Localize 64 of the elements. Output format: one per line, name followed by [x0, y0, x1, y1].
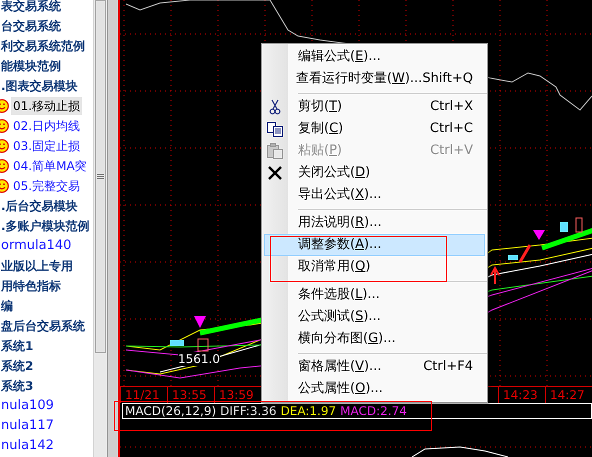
price-label: 1561.0 — [178, 352, 220, 366]
tree-item[interactable]: 系统2 — [1, 356, 93, 376]
indicator-value: MACD:2.74 — [340, 403, 407, 420]
sell-arrow-icon — [533, 230, 545, 240]
tree-item[interactable]: nula109 — [1, 396, 93, 416]
tree-item[interactable]: 01.移动止损 — [11, 97, 82, 115]
menu-item[interactable]: 查看运行时变量(W)...Shift+Q — [262, 68, 485, 90]
menu-item[interactable]: 条件选股(L)... — [264, 284, 485, 306]
signal-stroke — [518, 244, 532, 263]
menu-item[interactable]: 公式属性(O)... — [264, 378, 485, 400]
menu-item[interactable]: 横向分布图(G)... — [264, 328, 485, 350]
menu-item[interactable]: 窗格属性(V)... Ctrl+F4 — [264, 356, 485, 378]
sell-arrow-icon — [194, 316, 206, 328]
clipboard-icon — [267, 143, 283, 159]
menu-item[interactable]: 编辑公式(E)... — [264, 46, 485, 68]
indicator-name: MACD(26,12,9) — [125, 403, 216, 420]
menu-item[interactable]: 调整参数(A)... — [264, 234, 485, 256]
grip-icon — [97, 174, 104, 180]
splitter-bar[interactable] — [107, 0, 118, 457]
time-label: 13:55 — [167, 387, 214, 403]
tree-item[interactable]: 台交易系统 — [1, 16, 93, 36]
tree-item[interactable]: .图表交易模块 — [1, 76, 93, 96]
tree-item[interactable]: .后台交易模块 — [1, 196, 93, 216]
time-label: 14:23 — [498, 387, 545, 403]
close-icon — [268, 166, 282, 180]
trend-bar — [200, 318, 262, 336]
menu-item[interactable]: 导出公式(X)... — [264, 184, 485, 206]
tree-item[interactable]: 03.固定止损 — [11, 137, 82, 155]
time-label: 11/21 — [120, 387, 167, 403]
menu-item[interactable]: 剪切(T) Ctrl+X — [264, 96, 485, 118]
candle — [198, 338, 208, 352]
candle — [560, 222, 568, 232]
tree-item[interactable]: 利交易系统范例 — [1, 36, 93, 56]
tree-item[interactable]: ormula140 — [1, 236, 93, 256]
candle — [576, 218, 582, 232]
tree-item[interactable]: 编 — [1, 296, 93, 316]
tree-item[interactable]: 业版以上专用 — [1, 256, 93, 276]
tree-item[interactable]: 能模块范例 — [1, 56, 93, 76]
menu-item[interactable]: 公式测试(S)... — [264, 306, 485, 328]
tree-item[interactable]: .多账户模块范例 — [1, 216, 93, 236]
indicator-value: DIFF:3.36 — [220, 403, 277, 420]
tree-item[interactable]: nula142 — [1, 436, 93, 456]
vertical-scrollbar[interactable] — [93, 0, 107, 457]
menu-item[interactable]: 用法说明(R)... — [264, 212, 485, 234]
candle — [170, 340, 184, 346]
menu-item[interactable]: 取消常用(Q) — [264, 256, 485, 278]
tree-item[interactable]: 04.简单MA突 — [11, 157, 89, 175]
indicator-value: DEA:1.97 — [280, 403, 336, 420]
time-label: 14:27 — [545, 387, 592, 403]
scrollbar-thumb[interactable] — [95, 0, 106, 353]
tree-item[interactable]: 系统3 — [1, 376, 93, 396]
tree-item[interactable]: 02.日内均线 — [11, 117, 82, 135]
buy-arrow-icon — [490, 266, 500, 285]
menu-item[interactable]: 关闭公式(D) — [264, 162, 485, 184]
tree-item[interactable]: 系统1 — [1, 336, 93, 356]
tree-item[interactable]: 05.完整交易 — [11, 177, 82, 195]
copy-icon — [267, 122, 283, 136]
scissors-icon — [269, 99, 281, 115]
menu-item[interactable]: 复制(C) Ctrl+C — [264, 118, 485, 140]
tree-item[interactable]: 用特色指标 — [1, 276, 93, 296]
tree-item[interactable]: 盘后台交易系统 — [1, 316, 93, 336]
candle — [508, 255, 518, 260]
tree-item[interactable]: nula117 — [1, 416, 93, 436]
trend-bar — [541, 228, 592, 250]
